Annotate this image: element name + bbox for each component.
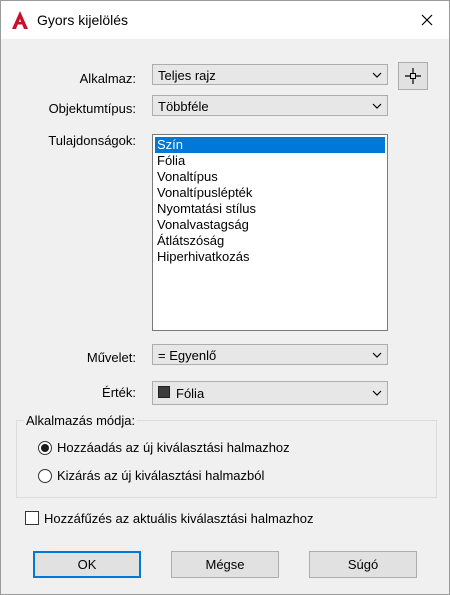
color-swatch-icon bbox=[158, 386, 170, 398]
autocad-app-icon bbox=[12, 11, 28, 29]
help-button[interactable]: Súgó bbox=[309, 551, 417, 578]
apply-mode-title: Alkalmazás módja: bbox=[24, 413, 138, 428]
value-value: Fólia bbox=[176, 386, 205, 401]
append-checkbox[interactable] bbox=[25, 511, 39, 525]
apply-value: Teljes rajz bbox=[158, 68, 216, 83]
help-button-label: Súgó bbox=[347, 557, 379, 572]
value-dropdown[interactable]: Fólia bbox=[152, 381, 388, 405]
ok-button-label: OK bbox=[77, 557, 97, 572]
apply-label: Alkalmaz: bbox=[79, 71, 136, 86]
close-button[interactable] bbox=[405, 1, 449, 39]
properties-listbox[interactable]: Szín Fólia Vonaltípus Vonaltípuslépték N… bbox=[152, 134, 388, 331]
properties-item-plot-style[interactable]: Nyomtatási stílus bbox=[155, 201, 385, 217]
object-type-value: Többféle bbox=[158, 99, 209, 114]
select-objects-button[interactable] bbox=[398, 62, 428, 90]
include-radio[interactable] bbox=[38, 441, 52, 455]
properties-item-linetype[interactable]: Vonaltípus bbox=[155, 169, 385, 185]
chevron-down-icon bbox=[372, 390, 382, 396]
quick-select-dialog: Gyors kijelölés Alkalmaz: Teljes rajz Ob… bbox=[0, 0, 450, 595]
ok-button[interactable]: OK bbox=[33, 551, 141, 578]
properties-item-hyperlink[interactable]: Hiperhivatkozás bbox=[155, 249, 385, 265]
exclude-radio-label[interactable]: Kizárás az új kiválasztási halmazból bbox=[57, 468, 264, 483]
operation-label: Művelet: bbox=[86, 350, 136, 365]
cancel-button[interactable]: Mégse bbox=[171, 551, 279, 578]
apply-mode-group bbox=[16, 420, 437, 498]
value-label: Érték: bbox=[102, 385, 136, 400]
chevron-down-icon bbox=[372, 103, 382, 109]
properties-item-transparency[interactable]: Átlátszóság bbox=[155, 233, 385, 249]
properties-item-color[interactable]: Szín bbox=[155, 137, 385, 153]
operation-value: = Egyenlő bbox=[158, 348, 217, 363]
properties-item-lineweight[interactable]: Vonalvastagság bbox=[155, 217, 385, 233]
radio-selected-dot bbox=[41, 444, 49, 452]
chevron-down-icon bbox=[372, 352, 382, 358]
operation-dropdown[interactable]: = Egyenlő bbox=[152, 344, 388, 365]
append-checkbox-label[interactable]: Hozzáfűzés az aktuális kiválasztási halm… bbox=[44, 511, 314, 526]
object-type-label: Objektumtípus: bbox=[48, 101, 136, 116]
crosshair-pick-icon bbox=[405, 68, 421, 84]
cancel-button-label: Mégse bbox=[205, 557, 245, 572]
properties-item-layer[interactable]: Fólia bbox=[155, 153, 385, 169]
apply-dropdown[interactable]: Teljes rajz bbox=[152, 64, 388, 85]
close-icon bbox=[421, 14, 433, 26]
properties-item-linetype-scale[interactable]: Vonaltípuslépték bbox=[155, 185, 385, 201]
chevron-down-icon bbox=[372, 72, 382, 78]
properties-label: Tulajdonságok: bbox=[48, 133, 136, 148]
include-radio-label[interactable]: Hozzáadás az új kiválasztási halmazhoz bbox=[57, 440, 290, 455]
object-type-dropdown[interactable]: Többféle bbox=[152, 95, 388, 116]
title-bar: Gyors kijelölés bbox=[1, 1, 449, 39]
window-title: Gyors kijelölés bbox=[37, 12, 129, 28]
exclude-radio[interactable] bbox=[38, 469, 52, 483]
